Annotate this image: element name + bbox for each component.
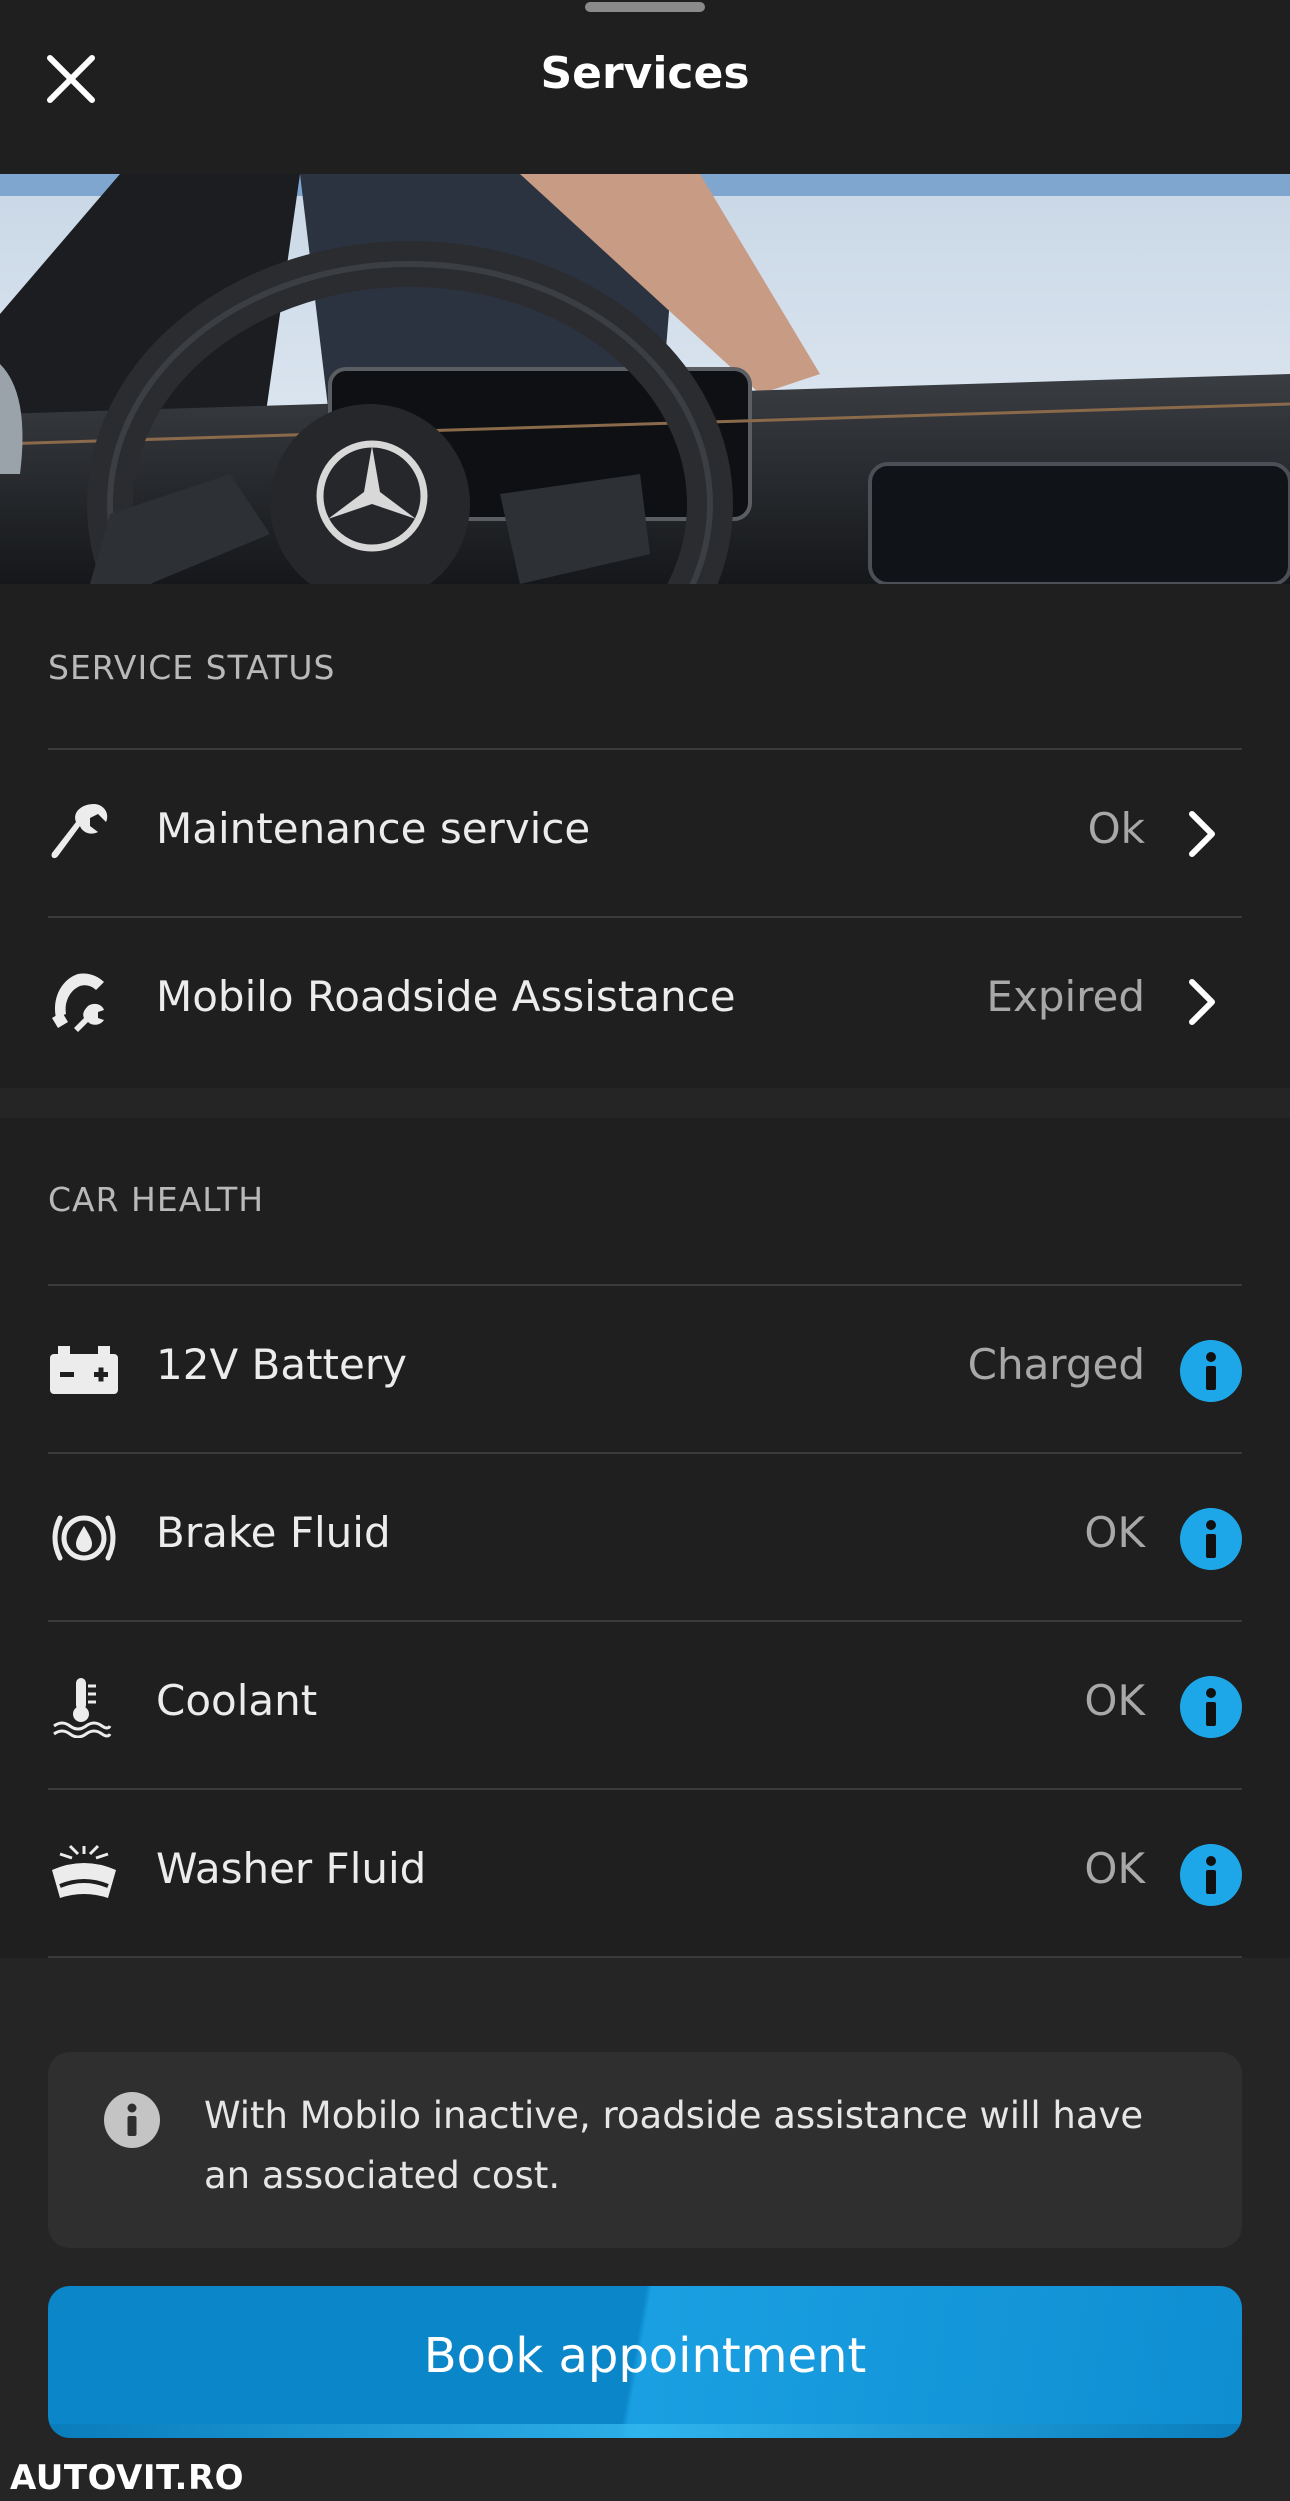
info-icon bbox=[1206, 1856, 1216, 1894]
section-heading: SERVICE STATUS bbox=[48, 648, 336, 687]
book-appointment-button[interactable]: Book appointment bbox=[48, 2286, 1242, 2438]
wrench-icon bbox=[48, 798, 132, 870]
washer-fluid-icon bbox=[48, 1838, 132, 1910]
row-status: Ok bbox=[1087, 804, 1145, 853]
hero-image bbox=[0, 174, 1290, 584]
brake-fluid-icon bbox=[48, 1502, 132, 1574]
row-status: Charged bbox=[967, 1340, 1145, 1389]
info-icon bbox=[1206, 1688, 1216, 1726]
top-bar: Services bbox=[0, 0, 1290, 174]
divider bbox=[48, 1956, 1242, 1958]
row-label: Coolant bbox=[156, 1676, 318, 1725]
button-label: Book appointment bbox=[423, 2328, 867, 2384]
row-status: OK bbox=[1084, 1508, 1145, 1557]
row-label: 12V Battery bbox=[156, 1340, 407, 1389]
row-status: OK bbox=[1084, 1844, 1145, 1893]
chevron-right-icon bbox=[1189, 979, 1215, 1025]
coolant-thermometer-icon bbox=[48, 1670, 132, 1742]
info-icon bbox=[1206, 1520, 1216, 1558]
roadside-phone-wrench-icon bbox=[48, 966, 132, 1038]
button-highlight bbox=[48, 2424, 1242, 2438]
notice-text: With Mobilo inactive, roadside assistanc… bbox=[204, 2094, 1144, 2197]
car-health-section: CAR HEALTH 12V Battery Charged Brake Flu… bbox=[0, 1118, 1290, 1958]
row-label: Maintenance service bbox=[156, 804, 591, 853]
row-label: Brake Fluid bbox=[156, 1508, 391, 1557]
service-status-section: SERVICE STATUS Maintenance service Ok Mo… bbox=[0, 584, 1290, 1088]
battery-row[interactable]: 12V Battery Charged bbox=[48, 1284, 1242, 1454]
row-status: OK bbox=[1084, 1676, 1145, 1725]
row-status: Expired bbox=[986, 972, 1145, 1021]
row-label: Washer Fluid bbox=[156, 1844, 427, 1893]
info-icon bbox=[104, 2092, 160, 2148]
mobilo-roadside-assistance-row[interactable]: Mobilo Roadside Assistance Expired bbox=[48, 916, 1242, 1086]
brake-fluid-row[interactable]: Brake Fluid OK bbox=[48, 1452, 1242, 1622]
info-button[interactable] bbox=[1180, 1508, 1242, 1570]
washer-fluid-row[interactable]: Washer Fluid OK bbox=[48, 1788, 1242, 1958]
sheet-grabber[interactable] bbox=[585, 2, 705, 12]
page-title: Services bbox=[540, 48, 750, 99]
row-label: Mobilo Roadside Assistance bbox=[156, 972, 736, 1021]
chevron-right-icon bbox=[1189, 811, 1215, 857]
maintenance-service-row[interactable]: Maintenance service Ok bbox=[48, 748, 1242, 918]
info-button[interactable] bbox=[1180, 1340, 1242, 1402]
info-icon bbox=[1206, 1352, 1216, 1390]
watermark: AUTOVIT.RO bbox=[10, 2458, 245, 2498]
mobilo-notice: With Mobilo inactive, roadside assistanc… bbox=[48, 2052, 1242, 2248]
coolant-row[interactable]: Coolant OK bbox=[48, 1620, 1242, 1790]
info-button[interactable] bbox=[1180, 1844, 1242, 1906]
section-heading: CAR HEALTH bbox=[48, 1180, 265, 1219]
battery-icon bbox=[48, 1334, 132, 1406]
info-button[interactable] bbox=[1180, 1676, 1242, 1738]
